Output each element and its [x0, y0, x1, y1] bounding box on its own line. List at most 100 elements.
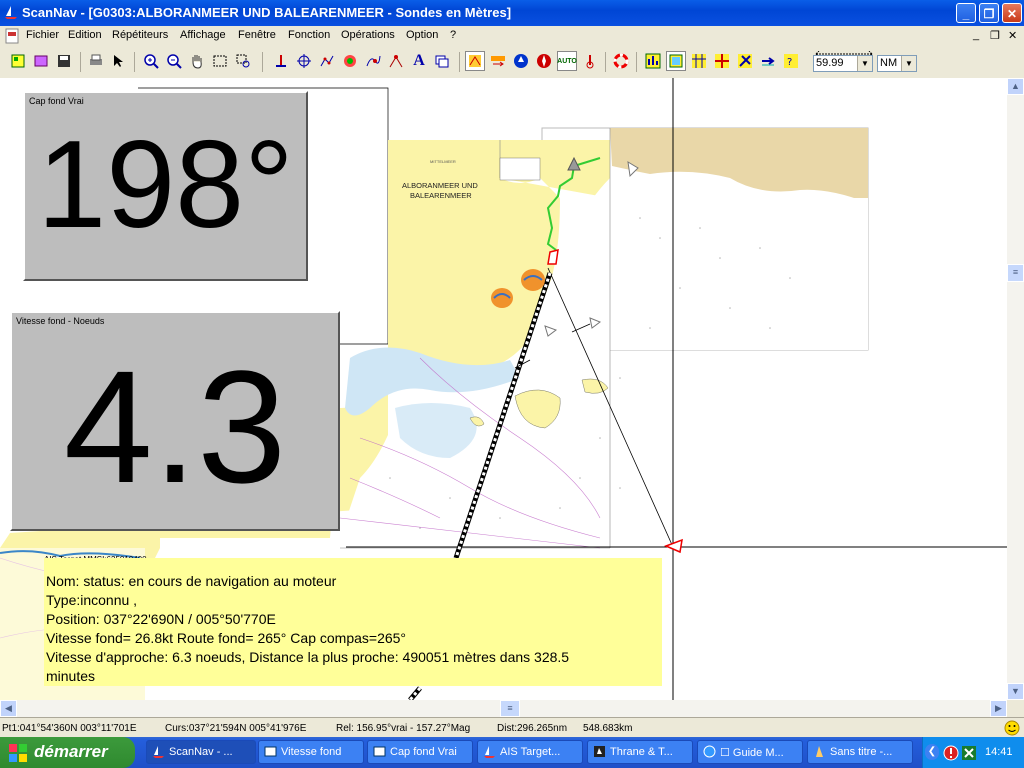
tray-expand-icon[interactable]: ❮	[925, 744, 939, 760]
restore-button[interactable]: ❐	[979, 3, 999, 23]
mdi-minimize-button[interactable]: _	[973, 29, 979, 41]
sailboat-icon	[153, 746, 164, 758]
ais-line-position: Position: 037°22'690N / 005°50'770E	[46, 611, 276, 627]
toolbar-separator	[459, 52, 460, 72]
toolbar-separator	[636, 52, 637, 72]
taskbar: démarrer ScanNav - ... Vitesse fond Cap …	[0, 737, 1024, 768]
status-distance-nm: Dist:296.265nm	[497, 723, 568, 734]
unit-select[interactable]: NM ▼	[877, 55, 917, 72]
menu-fichier[interactable]: Fichier	[26, 29, 59, 41]
status-distance-km: 548.683km	[583, 723, 633, 734]
wind-arrow-icon[interactable]	[758, 51, 778, 71]
smiley-icon	[1004, 720, 1020, 736]
horizontal-scroll-thumb[interactable]: ≡	[500, 700, 520, 717]
layers-icon[interactable]	[432, 51, 452, 71]
center-boat-icon[interactable]	[294, 51, 314, 71]
zoom-rect-icon[interactable]	[233, 51, 253, 71]
auto-mode-icon[interactable]: AUTO	[557, 51, 577, 71]
ais-line-minutes: minutes	[46, 668, 96, 684]
chart-window-icon[interactable]	[666, 51, 686, 71]
chart-folder-icon[interactable]	[31, 51, 51, 71]
zoom-in-icon[interactable]	[141, 51, 161, 71]
task-scannav[interactable]: ScanNav - ...	[146, 740, 256, 764]
start-button[interactable]: démarrer	[0, 737, 135, 768]
course-value: 198°	[37, 116, 294, 254]
menu-option[interactable]: Option	[406, 29, 438, 41]
task-vitesse-fond[interactable]: Vitesse fond	[258, 740, 364, 764]
help-pointer-icon[interactable]	[109, 51, 129, 71]
menu-help[interactable]: ?	[450, 29, 456, 41]
instrument-icon[interactable]	[643, 51, 663, 71]
menu-fonction[interactable]: Fonction	[288, 29, 330, 41]
chart-title-line2: BALEARENMEER	[410, 191, 472, 200]
crosshair-grid-icon[interactable]	[712, 51, 732, 71]
close-button[interactable]: ✕	[1002, 3, 1022, 23]
print-icon[interactable]	[86, 51, 106, 71]
speed-over-ground-panel[interactable]: Vitesse fond - Noeuds 4.3	[10, 311, 340, 531]
whatsthis-icon[interactable]: ?	[781, 51, 801, 71]
boat-position-icon[interactable]	[271, 51, 291, 71]
menu-affichage[interactable]: Affichage	[180, 29, 226, 41]
menu-fenetre[interactable]: Fenêtre	[238, 29, 276, 41]
menu-repetiteurs[interactable]: Répétiteurs	[112, 29, 168, 41]
scroll-up-icon[interactable]: ▲	[1007, 78, 1024, 95]
new-chart-icon[interactable]	[8, 51, 28, 71]
unit-value: NM	[880, 57, 898, 69]
north-up-icon[interactable]	[511, 51, 531, 71]
ais-line-type: Type:inconnu ,	[46, 592, 138, 608]
horizontal-scrollbar[interactable]: ◀ ≡ ▶	[0, 700, 1007, 717]
ship-icon	[594, 746, 605, 757]
excel-icon[interactable]	[961, 745, 977, 761]
document-icon[interactable]	[4, 28, 20, 44]
select-rect-icon[interactable]	[210, 51, 230, 71]
compass-icon[interactable]	[534, 51, 554, 71]
route-icon[interactable]	[317, 51, 337, 71]
text-tool-icon[interactable]: A	[409, 51, 429, 71]
minimize-button[interactable]: _	[956, 3, 976, 23]
satellite-icon[interactable]	[735, 51, 755, 71]
clock: 14:41	[985, 746, 1013, 758]
ais-line-speed: Vitesse fond= 26.8kt Route fond= 265° Ca…	[46, 630, 407, 646]
scroll-left-icon[interactable]: ◀	[0, 700, 17, 717]
scale-value: 59.99	[816, 57, 844, 69]
toolbar-separator	[262, 52, 263, 72]
hand-pan-icon[interactable]	[187, 51, 207, 71]
track-icon[interactable]	[465, 51, 485, 71]
vertical-scroll-thumb[interactable]: ≡	[1007, 264, 1024, 282]
grid-icon[interactable]	[689, 51, 709, 71]
task-sans-titre[interactable]: Sans titre -...	[807, 740, 913, 764]
course-over-ground-panel[interactable]: Cap fond Vrai 198°	[23, 91, 308, 281]
scroll-right-icon[interactable]: ▶	[990, 700, 1007, 717]
scale-select[interactable]: 59.99 ▼	[813, 55, 873, 72]
ais-target-info-box[interactable]: Nom: status: en cours de navigation au m…	[44, 558, 662, 686]
task-label: ScanNav - ...	[169, 746, 233, 758]
heading-boat-icon[interactable]	[580, 51, 600, 71]
chevron-down-icon: ▼	[857, 56, 872, 71]
waypoint-icon[interactable]	[386, 51, 406, 71]
task-label: ☐ Guide M...	[720, 747, 784, 759]
mdi-restore-button[interactable]: ❐	[990, 29, 1000, 42]
scannav-app-icon	[5, 6, 17, 19]
status-relative: Rel: 156.95°vrai - 157.27°Mag	[336, 723, 471, 734]
task-ais-target[interactable]: AIS Target...	[477, 740, 583, 764]
menu-operations[interactable]: Opérations	[341, 29, 395, 41]
task-thrane[interactable]: Thrane & T...	[587, 740, 693, 764]
title-bar[interactable]: ScanNav - [G0303:ALBORANMEER UND BALEARE…	[0, 0, 1024, 26]
zoom-out-icon[interactable]	[164, 51, 184, 71]
sailboat-icon	[484, 746, 495, 758]
scroll-down-icon[interactable]: ▼	[1007, 683, 1024, 700]
lifebuoy-icon[interactable]	[611, 51, 631, 71]
menu-edition[interactable]: Edition	[68, 29, 102, 41]
tide-icon[interactable]	[363, 51, 383, 71]
task-label: Vitesse fond	[281, 746, 342, 758]
mdi-close-button[interactable]: ✕	[1008, 29, 1017, 42]
nmea-icon[interactable]	[488, 51, 508, 71]
task-cap-fond-vrai[interactable]: Cap fond Vrai	[367, 740, 473, 764]
toolbar-separator	[80, 52, 81, 72]
task-guide[interactable]: ☐ Guide M...	[697, 740, 803, 764]
vertical-scrollbar[interactable]: ▲ ≡ ▼	[1007, 78, 1024, 700]
save-icon[interactable]	[54, 51, 74, 71]
security-alert-icon[interactable]	[943, 745, 959, 761]
mark-icon[interactable]	[340, 51, 360, 71]
paint-icon	[816, 746, 823, 757]
